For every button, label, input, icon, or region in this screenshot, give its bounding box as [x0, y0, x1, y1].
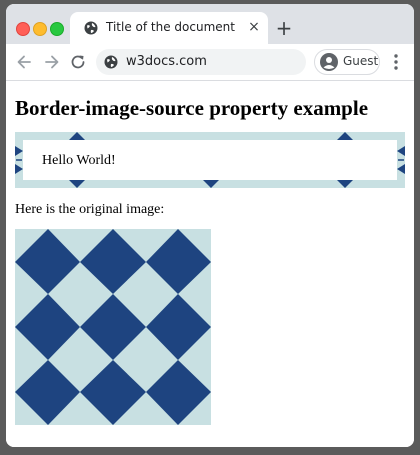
demo-text: Hello World!	[42, 153, 116, 168]
demo-content-area: Hello World!	[23, 140, 397, 180]
tab-title: Title of the document	[106, 20, 235, 34]
profile-label: Guest	[343, 54, 379, 68]
tab-strip: Title of the document × +	[6, 4, 414, 44]
minimize-window-button[interactable]	[33, 22, 47, 36]
page-content: Border-image-source property example Hel…	[6, 81, 414, 447]
caption-text: Here is the original image:	[15, 202, 165, 217]
arrow-right-icon[interactable]	[42, 52, 62, 72]
toolbar: w3docs.com Guest	[6, 44, 414, 81]
original-pattern-image	[15, 229, 211, 425]
profile-button[interactable]: Guest	[314, 49, 380, 75]
page-heading: Border-image-source property example	[15, 96, 369, 120]
reload-icon[interactable]	[68, 52, 88, 72]
close-window-button[interactable]	[16, 22, 30, 36]
border-image-demo-box: Hello World!	[15, 132, 405, 188]
globe-icon[interactable]	[104, 55, 118, 69]
avatar-icon	[320, 53, 338, 71]
arrow-left-icon[interactable]	[14, 52, 34, 72]
tab-close-button[interactable]: ×	[245, 18, 263, 36]
browser-window: Title of the document × + w3docs.com Gue…	[6, 4, 414, 447]
url-text: w3docs.com	[126, 54, 207, 69]
new-tab-button[interactable]: +	[274, 18, 294, 38]
globe-icon	[84, 21, 98, 35]
maximize-window-button[interactable]	[50, 22, 64, 36]
address-bar[interactable]: w3docs.com	[96, 49, 306, 75]
tab-active[interactable]: Title of the document ×	[70, 12, 268, 44]
kebab-menu-icon[interactable]	[388, 52, 404, 72]
